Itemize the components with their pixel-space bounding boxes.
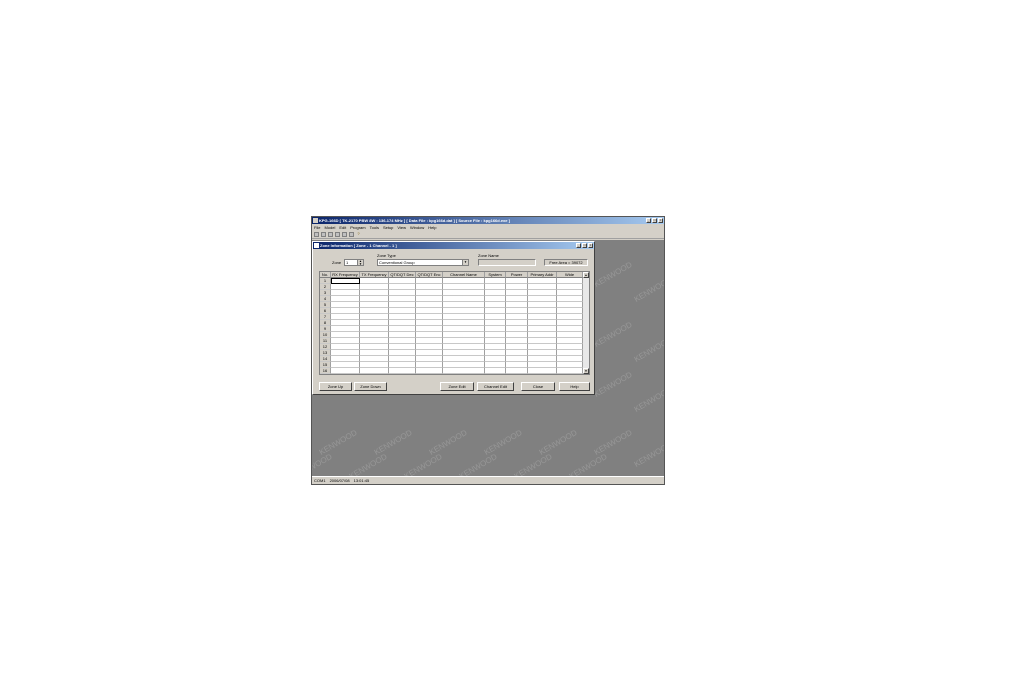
watermark: KENWOOD [567,452,609,476]
zone-type-value: Conventional Group [379,260,415,265]
app-title-bar[interactable]: KPG-166D [ TK-2170 PBW 8W : 136-174 MHz … [312,217,664,224]
menu-program[interactable]: Program [350,224,365,231]
app-title: KPG-166D [ TK-2170 PBW 8W : 136-174 MHz … [319,218,510,223]
close-button[interactable]: × [658,218,663,223]
status-bar: COM1 2006/07/08 13:01:45 [312,476,664,484]
watermark: KENWOOD [632,385,664,414]
watermark: KENWOOD [347,452,389,476]
grid-cell[interactable] [528,368,557,374]
menu-edit[interactable]: Edit [339,224,346,231]
grid-vertical-scrollbar[interactable]: ▲ ▼ [583,272,589,374]
print-icon[interactable] [335,232,340,237]
zone-up-button[interactable]: Zone Up [319,382,352,391]
zone-type-label: Zone Type [377,253,396,258]
help-icon[interactable]: ? [356,232,361,237]
menu-model[interactable]: Model [324,224,335,231]
zone-name-label: Zone Name [478,253,499,258]
grid-cell[interactable] [360,368,389,374]
grid-cell[interactable] [485,368,506,374]
zone-value: 1 [346,260,349,265]
save-icon[interactable] [328,232,333,237]
dialog-icon [314,243,319,248]
watermark: KENWOOD [317,428,359,457]
status-time: 13:01:45 [353,478,370,483]
watermark: KENWOOD [632,440,664,469]
menu-view[interactable]: View [397,224,406,231]
watermark: KENWOOD [402,452,444,476]
zone-down-button[interactable]: Zone Down [354,382,387,391]
watermark: KENWOOD [592,260,634,289]
watermark: KENWOOD [372,428,414,457]
grid-cell[interactable] [443,368,485,374]
watermark: KENWOOD [427,428,469,457]
watermark: KENWOOD [482,428,524,457]
watermark: KENWOOD [312,452,334,476]
watermark: KENWOOD [592,370,634,399]
watermark: KENWOOD [537,428,579,457]
watermark: KENWOOD [592,428,634,457]
status-date: 2006/07/08 [329,478,350,483]
dialog-minimize-button[interactable]: _ [576,243,581,248]
zone-information-dialog: Zone Information [ Zone - 1 Channel - 1 … [312,241,595,395]
grid-cell[interactable] [506,368,528,374]
zone-label: Zone [332,260,342,265]
dialog-title: Zone Information [ Zone - 1 Channel - 1 … [320,243,397,248]
menu-file[interactable]: File [314,224,320,231]
write-icon[interactable] [349,232,354,237]
grid-cell[interactable] [331,368,360,374]
new-icon[interactable] [314,232,319,237]
zone-edit-button[interactable]: Zone Edit [440,382,474,391]
chevron-down-icon[interactable]: ▼ [462,260,468,265]
menu-setup[interactable]: Setup [383,224,393,231]
menu-window[interactable]: Window [410,224,424,231]
row-number: 16 [320,368,331,374]
watermark: KENWOOD [592,320,634,349]
dialog-close-button[interactable]: × [588,243,593,248]
grid-body: 1 2 3 4 5 6 7 8 9 10 11 12 13 14 15 16 [320,278,589,374]
menu-tools[interactable]: Tools [370,224,379,231]
channel-edit-button[interactable]: Channel Edit [477,382,514,391]
zone-type-select[interactable]: Conventional Group ▼ [377,259,469,266]
spin-arrows-icon[interactable]: ▲ ▼ [357,260,363,265]
scroll-down-icon[interactable]: ▼ [583,368,589,374]
watermark: KENWOOD [457,452,499,476]
menu-bar: File Model Edit Program Tools Setup View… [312,224,664,231]
grid-cell[interactable] [416,368,443,374]
grid-cell[interactable] [389,368,416,374]
table-row[interactable]: 16 [320,368,589,374]
channel-grid[interactable]: No. RX Frequency TX Frequency QT/DQT Dec… [319,271,590,375]
watermark: KENWOOD [632,335,664,364]
menu-help[interactable]: Help [428,224,436,231]
toolbar: ? [312,231,664,239]
zone-name-field[interactable] [478,259,536,266]
minimize-button[interactable]: _ [646,218,651,223]
app-icon [313,218,318,223]
maximize-button[interactable]: □ [652,218,657,223]
status-port: COM1 [314,478,326,483]
watermark: KENWOOD [632,275,664,304]
close-button[interactable]: Close [521,382,555,391]
open-icon[interactable] [321,232,326,237]
grid-cell[interactable] [557,368,583,374]
dialog-title-bar[interactable]: Zone Information [ Zone - 1 Channel - 1 … [313,242,594,249]
zone-spinner[interactable]: 1 ▲ ▼ [344,259,364,266]
read-icon[interactable] [342,232,347,237]
watermark: KENWOOD [512,452,554,476]
dialog-maximize-button[interactable]: □ [582,243,587,248]
help-button[interactable]: Help [559,382,590,391]
free-area-readout: Free Area = 39072 [544,259,588,266]
